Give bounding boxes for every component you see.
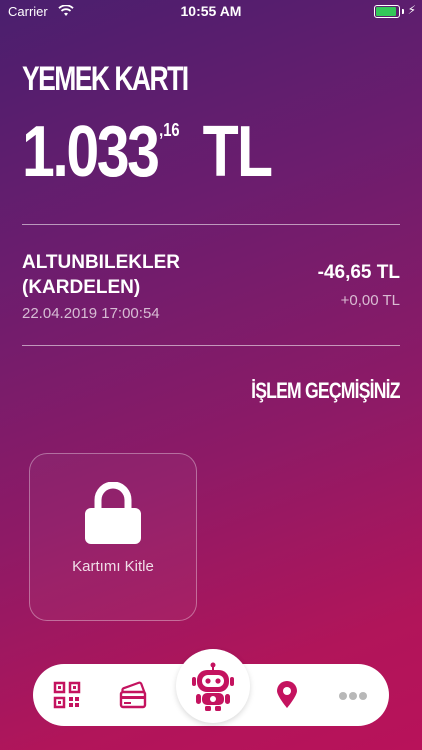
assistant-button[interactable] [176,649,250,723]
transaction-amount: -46,65 TL [317,262,400,283]
balance: 1.033 ,16 TL [22,112,273,192]
robot-icon [192,662,234,717]
charging-icon: ⚡ [407,3,416,17]
location-pin-icon[interactable] [275,681,299,714]
transaction-datetime: 22.04.2019 17:00:54 [22,305,160,322]
lock-card-label: Kartımı Kitle [72,558,154,575]
balance-integer: 1.033 [22,112,160,192]
card-icon[interactable] [119,681,149,714]
transaction-history-link[interactable]: İŞLEM GEÇMİŞİNİZ [251,378,400,404]
battery-tip [402,9,404,14]
lock-card-button[interactable]: Kartımı Kitle [29,453,197,621]
padlock-icon [85,481,141,549]
clock: 10:55 AM [180,3,242,19]
divider-top [22,224,400,225]
battery-icon [374,5,400,18]
balance-decimal: ,16 [159,120,180,140]
card-title: YEMEK KARTI [22,60,189,98]
qr-code-icon[interactable] [53,681,81,714]
transaction-secondary-amount: +0,00 TL [340,292,400,309]
transaction-merchant: ALTUNBILEKLER (KARDELEN) [22,252,180,298]
balance-currency: TL [202,112,273,192]
more-dots-icon[interactable] [338,688,368,706]
divider-bottom [22,345,400,346]
status-bar: Carrier 10:55 AM ⚡ [0,0,422,24]
